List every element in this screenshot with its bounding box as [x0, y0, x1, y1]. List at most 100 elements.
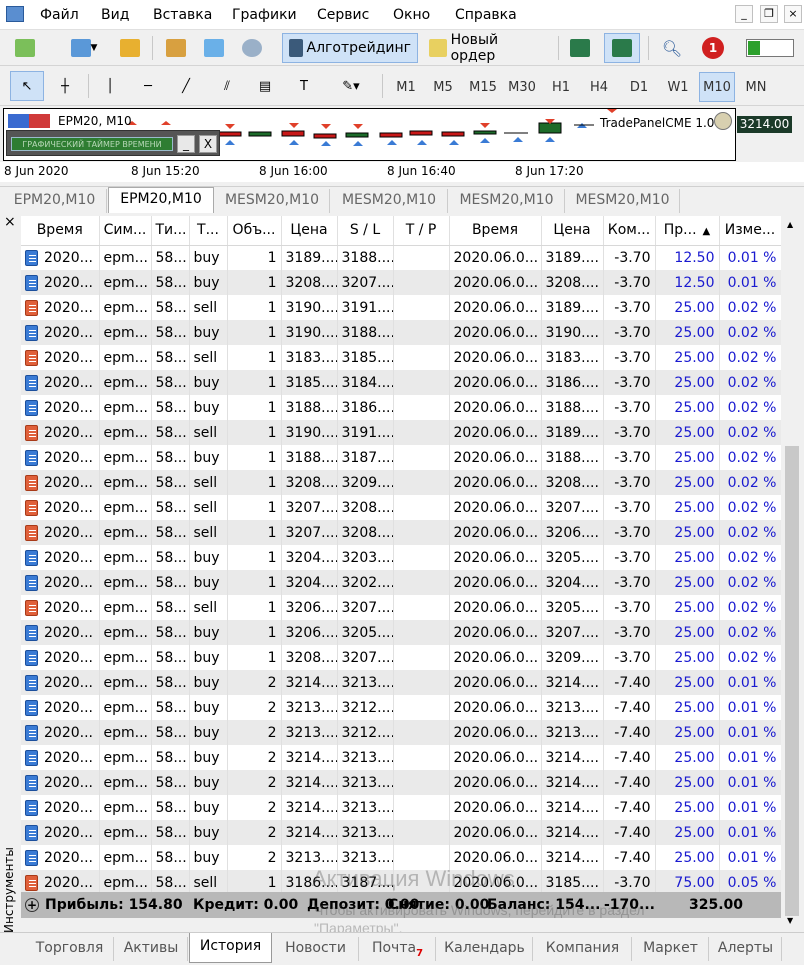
chart-tab-active[interactable]: EPM20,M10 — [108, 187, 214, 213]
table-row[interactable]: 2020... epm... 58... buy 1 3208.... 3207.... 20… — [21, 645, 781, 670]
search-button[interactable]: 🔍︎ — [656, 33, 688, 63]
timeframe-m10[interactable]: M10 — [699, 72, 735, 102]
chart-tab[interactable]: EPM20,M10 — [3, 189, 107, 213]
table-row[interactable]: 2020... epm... 58... sell 1 3190.... 3191.... 2… — [21, 295, 781, 320]
column-header[interactable]: Цена — [281, 216, 338, 246]
column-header[interactable]: T / P — [393, 216, 450, 246]
close-toolbox-icon[interactable]: × — [4, 214, 16, 230]
tab-alerts[interactable]: Алерты — [710, 937, 782, 961]
restore-icon[interactable]: ❐ — [760, 5, 778, 23]
scroll-up-icon[interactable]: ▲ — [787, 220, 793, 229]
timeframe-mn[interactable]: MN — [738, 72, 774, 102]
connection-status[interactable] — [742, 33, 798, 63]
crosshair-button[interactable]: ┼ — [48, 71, 82, 101]
table-row[interactable]: 2020... epm... 58... buy 1 3206.... 3205.... 20… — [21, 620, 781, 645]
table-row[interactable]: 2020... epm... 58... sell 1 3208.... 3209.... 2… — [21, 470, 781, 495]
table-row[interactable]: 2020... epm... 58... buy 1 3190.... 3188.... 20… — [21, 320, 781, 345]
one-click-trading-button[interactable] — [604, 33, 640, 63]
depth-of-market-button[interactable] — [564, 33, 596, 63]
table-row[interactable]: 2020... epm... 58... buy 1 3189.... 3188.... 20… — [21, 245, 781, 270]
text-button[interactable]: T — [288, 71, 320, 101]
column-header[interactable]: Изме... — [719, 216, 781, 246]
expand-icon[interactable]: + — [25, 898, 39, 912]
fibonacci-button[interactable]: ▤ — [250, 71, 280, 101]
new-order-button[interactable]: Новый ордер — [422, 32, 552, 64]
signals-button[interactable] — [236, 33, 268, 63]
timeframe-d1[interactable]: D1 — [621, 72, 657, 102]
column-header[interactable]: Цена — [541, 216, 604, 246]
column-header[interactable]: Ком... — [603, 216, 656, 246]
cursor-button[interactable]: ↖ — [10, 71, 44, 101]
table-row[interactable]: 2020... epm... 58... sell 1 3207.... 3208.... 2… — [21, 520, 781, 545]
shapes-button[interactable]: ✎▾ — [326, 71, 376, 101]
column-header[interactable]: Время — [449, 216, 542, 246]
table-row[interactable]: 2020... epm... 58... sell 1 3183.... 3185.... 2… — [21, 345, 781, 370]
table-row[interactable]: 2020... epm... 58... buy 1 3208.... 3207.... 20… — [21, 270, 781, 295]
chart-tab[interactable]: MESM20,M10 — [449, 189, 565, 213]
timeframe-m1[interactable]: M1 — [388, 72, 424, 102]
trendline-button[interactable]: ╱ — [170, 71, 202, 101]
table-row[interactable]: 2020... epm... 58... buy 2 3214.... 3213.... 20… — [21, 670, 781, 695]
column-header[interactable]: Ти... — [151, 216, 190, 246]
tab-assets[interactable]: Активы — [115, 937, 188, 961]
menu-insert[interactable]: Вставка — [153, 7, 212, 23]
chart-tab[interactable]: MESM20,M10 — [215, 189, 330, 213]
menu-help[interactable]: Справка — [455, 7, 517, 23]
table-row[interactable]: 2020... epm... 58... buy 2 3214.... 3213.... 20… — [21, 820, 781, 845]
close-window-icon[interactable]: × — [784, 5, 802, 23]
chart-tab[interactable]: MESM20,M10 — [331, 189, 448, 213]
column-header[interactable]: Сим... — [99, 216, 152, 246]
column-header[interactable]: Время — [21, 216, 100, 246]
column-header[interactable]: S / L — [337, 216, 394, 246]
column-header[interactable]: Пр... ▲ — [655, 216, 720, 246]
vertical-scrollbar[interactable]: ▲ ▼ — [783, 216, 801, 934]
menu-file[interactable]: Файл — [40, 7, 79, 23]
scroll-thumb[interactable] — [785, 446, 799, 916]
app-icon[interactable] — [6, 6, 24, 22]
tab-history[interactable]: История — [189, 933, 272, 963]
column-header[interactable]: Объ... — [227, 216, 282, 246]
data-window-button[interactable] — [160, 33, 192, 63]
menu-view[interactable]: Вид — [101, 7, 129, 23]
timeframe-m5[interactable]: M5 — [425, 72, 461, 102]
table-row[interactable]: 2020... epm... 58... sell 1 3207.... 3208.... 2… — [21, 495, 781, 520]
tab-mailbox[interactable]: Почта7 — [360, 937, 436, 961]
tab-news[interactable]: Новости — [273, 937, 359, 961]
table-row[interactable]: 2020... epm... 58... buy 1 3188.... 3186.... 20… — [21, 395, 781, 420]
vertical-line-button[interactable]: │ — [94, 71, 126, 101]
equidistant-channel-button[interactable]: ⫽ — [210, 71, 244, 101]
table-row[interactable]: 2020... epm... 58... sell 1 3206.... 3207.... 2… — [21, 595, 781, 620]
menu-window[interactable]: Окно — [393, 7, 430, 23]
menu-tools[interactable]: Сервис — [317, 7, 369, 23]
table-row[interactable]: 2020... epm... 58... buy 1 3204.... 3203.... 20… — [21, 545, 781, 570]
profiles-button[interactable]: ▼ — [62, 33, 106, 63]
tab-company[interactable]: Компания — [534, 937, 632, 961]
market-watch-button[interactable] — [114, 33, 146, 63]
table-row[interactable]: 2020... epm... 58... buy 1 3188.... 3187.... 20… — [21, 445, 781, 470]
table-row[interactable]: 2020... epm... 58... buy 2 3214.... 3213.... 20… — [21, 770, 781, 795]
timeframe-h4[interactable]: H4 — [581, 72, 617, 102]
tab-trade[interactable]: Торговля — [26, 937, 114, 961]
timer-minimize-button[interactable]: _ — [177, 135, 195, 153]
table-row[interactable]: 2020... epm... 58... buy 2 3213.... 3212.... 20… — [21, 695, 781, 720]
tab-market[interactable]: Маркет — [633, 937, 709, 961]
horizontal-line-button[interactable]: ─ — [132, 71, 164, 101]
table-row[interactable]: 2020... epm... 58... buy 2 3213.... 3212.... 20… — [21, 720, 781, 745]
tab-calendar[interactable]: Календарь — [437, 937, 533, 961]
scroll-down-icon[interactable]: ▼ — [787, 916, 793, 925]
new-chart-button[interactable] — [8, 33, 42, 63]
table-row[interactable]: 2020... epm... 58... buy 1 3204.... 3202.... 20… — [21, 570, 781, 595]
table-row[interactable]: 2020... epm... 58... buy 2 3214.... 3213.... 20… — [21, 795, 781, 820]
timeframe-h1[interactable]: H1 — [543, 72, 579, 102]
timeframe-m30[interactable]: M30 — [504, 72, 540, 102]
notifications-button[interactable]: 1 — [694, 33, 732, 63]
table-row[interactable]: 2020... epm... 58... buy 2 3214.... 3213.... 20… — [21, 745, 781, 770]
menu-charts[interactable]: Графики — [232, 7, 297, 23]
minimize-icon[interactable]: _ — [735, 5, 753, 23]
timeframe-w1[interactable]: W1 — [660, 72, 696, 102]
table-row[interactable]: 2020... epm... 58... buy 1 3185.... 3184.... 20… — [21, 370, 781, 395]
column-header[interactable]: Т... — [189, 216, 228, 246]
timer-close-button[interactable]: X — [199, 135, 217, 153]
chart-tab[interactable]: MESM20,M10 — [566, 189, 680, 213]
algotrading-button[interactable]: Алготрейдинг — [282, 33, 418, 63]
